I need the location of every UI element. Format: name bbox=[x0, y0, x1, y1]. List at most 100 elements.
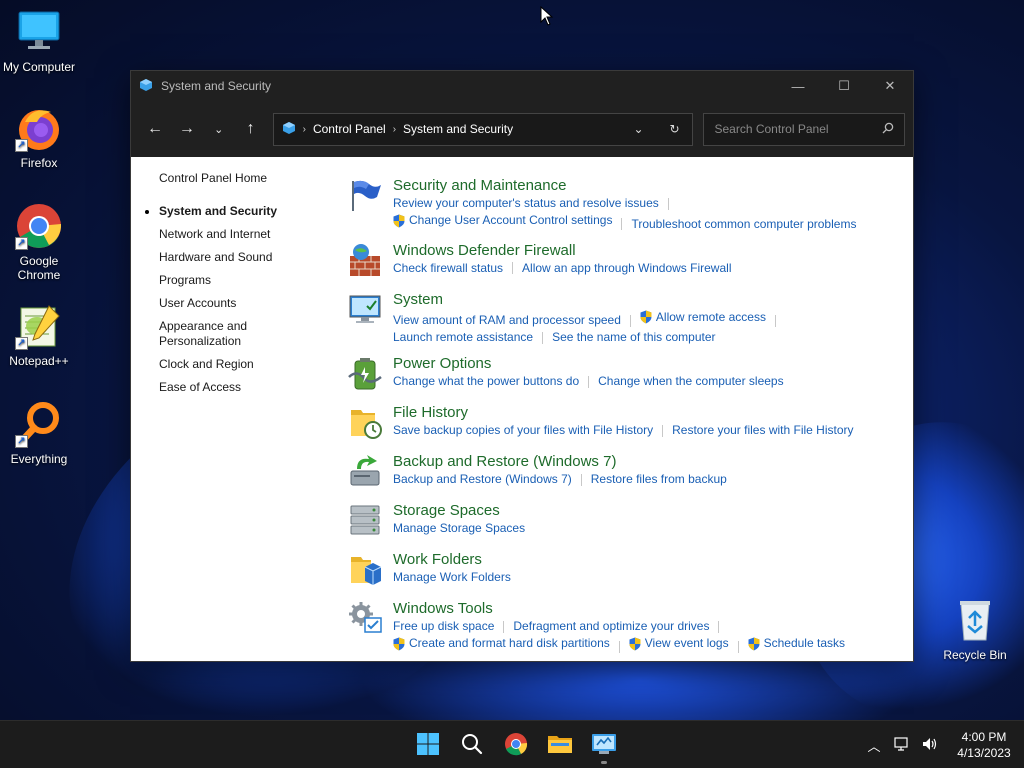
nav-user-accounts[interactable]: User Accounts bbox=[159, 296, 329, 311]
section-body: Windows Defender Firewall Check firewall … bbox=[393, 242, 907, 282]
system-monitor-icon[interactable] bbox=[347, 291, 393, 331]
desktop-icon-everything[interactable]: ↗ Everything bbox=[1, 400, 77, 466]
task-link-change-what-the-power-buttons-do[interactable]: Change what the power buttons do bbox=[393, 373, 579, 390]
section-heading-link[interactable]: Backup and Restore (Windows 7) bbox=[393, 453, 907, 471]
start-button[interactable] bbox=[406, 725, 450, 765]
firewall-icon[interactable] bbox=[347, 242, 393, 282]
shortcut-arrow-icon: ↗ bbox=[15, 139, 28, 152]
link-separator bbox=[629, 314, 631, 327]
address-dropdown-button[interactable]: ⌄ bbox=[620, 122, 656, 136]
taskbar-file-explorer-button[interactable] bbox=[538, 725, 582, 765]
task-link-free-up-disk-space[interactable]: Free up disk space bbox=[393, 618, 494, 635]
taskbar-chrome-button[interactable] bbox=[494, 725, 538, 765]
nav-hardware-and-sound[interactable]: Hardware and Sound bbox=[159, 250, 329, 265]
section-heading-link[interactable]: Windows Tools bbox=[393, 600, 907, 618]
close-button[interactable]: ✕ bbox=[867, 71, 913, 101]
task-link-defragment-and-optimize-your-drives[interactable]: Defragment and optimize your drives bbox=[513, 618, 709, 635]
up-button[interactable]: ↑ bbox=[235, 113, 267, 145]
windows-tools-icon[interactable] bbox=[347, 600, 393, 640]
task-link-backup-and-restore-windows-7[interactable]: Backup and Restore (Windows 7) bbox=[393, 471, 572, 488]
nav-ease-of-access[interactable]: Ease of Access bbox=[159, 380, 329, 395]
nav-programs[interactable]: Programs bbox=[159, 273, 329, 288]
task-link-troubleshoot-common-computer-problems[interactable]: Troubleshoot common computer problems bbox=[631, 216, 856, 233]
left-navigation: Control Panel Home System and Security N… bbox=[145, 171, 329, 403]
task-link-manage-storage-spaces[interactable]: Manage Storage Spaces bbox=[393, 520, 525, 537]
task-link-view-amount-of-ram-and-processor-speed[interactable]: View amount of RAM and processor speed bbox=[393, 312, 621, 329]
nav-control-panel-home[interactable]: Control Panel Home bbox=[159, 171, 329, 186]
section-heading-link[interactable]: Storage Spaces bbox=[393, 502, 907, 520]
recent-locations-button[interactable]: ⌄ bbox=[203, 113, 235, 145]
clock-date: 4/13/2023 bbox=[957, 746, 1011, 760]
task-link-label: Change User Account Control settings bbox=[409, 213, 613, 227]
section-heading-link[interactable]: File History bbox=[393, 404, 907, 422]
task-link-allow-remote-access[interactable]: Allow remote access bbox=[640, 309, 766, 326]
chevron-up-icon: ︿ bbox=[867, 738, 881, 754]
desktop-icon-label: Google Chrome bbox=[17, 254, 61, 282]
search-input[interactable]: Search Control Panel bbox=[703, 112, 905, 146]
task-link-manage-work-folders[interactable]: Manage Work Folders bbox=[393, 569, 511, 586]
start-icon bbox=[416, 732, 440, 759]
window-titlebar[interactable]: System and Security — ☐ ✕ bbox=[131, 71, 913, 101]
taskbar-control-panel-button[interactable] bbox=[582, 725, 626, 765]
show-hidden-icons-button[interactable]: ︿ bbox=[860, 736, 888, 755]
task-link-change-user-account-control-settings[interactable]: Change User Account Control settings bbox=[393, 212, 612, 229]
task-link-launch-remote-assistance[interactable]: Launch remote assistance bbox=[393, 329, 533, 346]
nav-appearance-and-personalization[interactable]: Appearance and Personalization bbox=[159, 319, 259, 349]
section-heading-link[interactable]: Work Folders bbox=[393, 551, 907, 569]
taskbar-search-button[interactable] bbox=[450, 725, 494, 765]
task-link-review-your-computer-s-status-and-resolve-issues[interactable]: Review your computer's status and resolv… bbox=[393, 195, 659, 212]
nav-system-and-security[interactable]: System and Security bbox=[145, 204, 329, 219]
task-link-view-event-logs[interactable]: View event logs bbox=[629, 635, 729, 652]
section-power-options: Power Options Change what the power butto… bbox=[347, 355, 907, 395]
task-link-label: Save backup copies of your files with Fi… bbox=[393, 423, 654, 437]
nav-clock-and-region[interactable]: Clock and Region bbox=[159, 357, 329, 372]
task-link-see-the-name-of-this-computer[interactable]: See the name of this computer bbox=[552, 329, 715, 346]
system-tray: ︿ 4:00 PM 4/13/2023 bbox=[860, 721, 1024, 768]
network-icon[interactable] bbox=[888, 736, 916, 754]
section-heading-link[interactable]: Security and Maintenance bbox=[393, 177, 907, 195]
window-title: System and Security bbox=[161, 79, 272, 93]
back-button[interactable]: ← bbox=[139, 113, 171, 145]
breadcrumb-control-panel[interactable]: Control Panel bbox=[313, 122, 386, 136]
task-link-save-backup-copies-of-your-files-with-file-history[interactable]: Save backup copies of your files with Fi… bbox=[393, 422, 653, 439]
desktop-icon-my-computer[interactable]: My Computer bbox=[1, 8, 77, 74]
uac-shield-icon bbox=[748, 637, 760, 651]
backup-restore-icon[interactable] bbox=[347, 453, 393, 493]
task-link-restore-your-files-with-file-history[interactable]: Restore your files with File History bbox=[672, 422, 853, 439]
desktop-icon-recycle-bin[interactable]: Recycle Bin bbox=[937, 596, 1013, 662]
section-heading-link[interactable]: Power Options bbox=[393, 355, 907, 373]
taskbar-clock[interactable]: 4:00 PM 4/13/2023 bbox=[944, 729, 1024, 761]
breadcrumb-system-and-security[interactable]: System and Security bbox=[403, 122, 513, 136]
uac-shield-icon bbox=[629, 637, 641, 651]
refresh-icon: ↻ bbox=[669, 122, 680, 136]
volume-icon[interactable] bbox=[916, 737, 944, 754]
desktop-icon-chrome[interactable]: ↗ Google Chrome bbox=[1, 202, 77, 282]
file-history-icon[interactable] bbox=[347, 404, 393, 444]
task-link-label: Launch remote assistance bbox=[393, 330, 534, 344]
storage-spaces-icon[interactable] bbox=[347, 502, 393, 542]
task-link-create-and-format-hard-disk-partitions[interactable]: Create and format hard disk partitions bbox=[393, 635, 610, 652]
task-link-schedule-tasks[interactable]: Schedule tasks bbox=[748, 635, 845, 652]
task-link-row: Check firewall status Allow an app throug… bbox=[393, 260, 907, 277]
task-link-change-when-the-computer-sleeps[interactable]: Change when the computer sleeps bbox=[598, 373, 783, 390]
power-battery-icon[interactable] bbox=[347, 355, 393, 395]
task-link-restore-files-from-backup[interactable]: Restore files from backup bbox=[591, 471, 727, 488]
refresh-button[interactable]: ↻ bbox=[656, 122, 692, 136]
nav-network-and-internet[interactable]: Network and Internet bbox=[159, 227, 329, 242]
maximize-button[interactable]: ☐ bbox=[821, 71, 867, 101]
desktop-icon-firefox[interactable]: ↗ Firefox bbox=[1, 104, 77, 170]
work-folders-icon[interactable] bbox=[347, 551, 393, 591]
flag-icon[interactable] bbox=[347, 177, 393, 217]
address-bar[interactable]: › Control Panel › System and Security ⌄ … bbox=[272, 112, 694, 146]
desktop-icon-notepadpp[interactable]: ↗ Notepad++ bbox=[1, 302, 77, 368]
minimize-button[interactable]: — bbox=[775, 71, 821, 101]
control-panel-icon bbox=[591, 732, 617, 759]
task-link-row: Launch remote assistance See the name of … bbox=[393, 329, 907, 346]
forward-button[interactable]: → bbox=[171, 113, 203, 145]
task-link-allow-an-app-through-windows-firewall[interactable]: Allow an app through Windows Firewall bbox=[522, 260, 731, 277]
section-heading-link[interactable]: Windows Defender Firewall bbox=[393, 242, 907, 260]
task-link-check-firewall-status[interactable]: Check firewall status bbox=[393, 260, 503, 277]
task-link-label: View event logs bbox=[644, 636, 729, 650]
section-heading-link[interactable]: System bbox=[393, 291, 907, 309]
chevron-down-icon: ⌄ bbox=[214, 123, 224, 136]
